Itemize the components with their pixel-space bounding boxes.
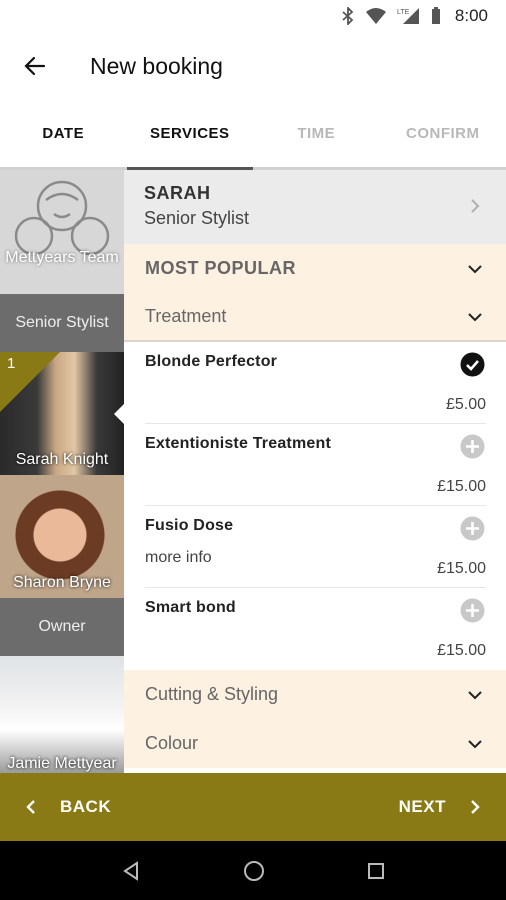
- service-price: £15.00: [437, 560, 486, 577]
- role-header-owner: Owner: [0, 598, 124, 656]
- service-price: £15.00: [437, 642, 486, 659]
- footer-bar: BACK NEXT: [0, 773, 506, 841]
- team-label: Mettyears Team: [5, 249, 119, 266]
- system-nav-bar: [0, 841, 506, 900]
- service-name: Smart bond: [145, 599, 236, 616]
- wifi-icon: [365, 8, 386, 24]
- nav-home-icon[interactable]: [243, 860, 265, 882]
- add-circle-icon[interactable]: [460, 516, 485, 541]
- selection-pointer: [114, 403, 124, 424]
- staff-member-sharon-bryne[interactable]: Sharon Bryne: [0, 475, 124, 598]
- service-item[interactable]: Smart bond £15.00: [124, 588, 506, 670]
- stylist-name: SARAH: [144, 183, 211, 203]
- tab-time: TIME: [297, 125, 336, 142]
- chevron-down-icon: [468, 312, 482, 321]
- category-most-popular[interactable]: MOST POPULAR: [124, 244, 506, 293]
- stylist-role: Senior Stylist: [144, 208, 250, 228]
- category-colour[interactable]: Colour: [124, 719, 506, 768]
- staff-member-sarah-knight[interactable]: 1 Sarah Knight: [0, 352, 124, 475]
- service-price: £5.00: [445, 396, 486, 413]
- staff-member-jamie-mettyear[interactable]: Jamie Mettyear: [0, 656, 124, 773]
- more-info-link[interactable]: more info: [145, 549, 486, 567]
- category-label: MOST POPULAR: [145, 258, 297, 278]
- tab-services[interactable]: SERVICES: [126, 100, 254, 170]
- tab-date[interactable]: DATE: [0, 100, 127, 167]
- staff-name: Sharon Bryne: [13, 574, 111, 591]
- chevron-right-icon: [471, 199, 480, 213]
- check-circle-icon[interactable]: [460, 352, 485, 377]
- cell-signal-icon: LTE: [397, 8, 419, 24]
- back-arrow-button[interactable]: [0, 32, 70, 100]
- app-header: New booking: [0, 32, 506, 100]
- chevron-down-icon: [468, 690, 482, 699]
- network-label: LTE: [397, 9, 410, 16]
- stylist-header[interactable]: SARAH Senior Stylist: [124, 170, 506, 244]
- next-label: NEXT: [398, 797, 446, 816]
- add-circle-icon[interactable]: [460, 434, 485, 459]
- main-content: Mettyears Team Senior Stylist 1 Sarah Kn…: [0, 170, 506, 773]
- category-label: Treatment: [145, 306, 227, 326]
- back-button[interactable]: BACK: [26, 797, 111, 817]
- category-cutting-styling[interactable]: Cutting & Styling: [124, 670, 506, 719]
- chevron-left-icon: [26, 800, 35, 814]
- team-icon: [14, 180, 110, 256]
- nav-recents-icon[interactable]: [367, 862, 385, 880]
- status-time: 8:00: [454, 6, 488, 25]
- selected-count: 1: [7, 355, 16, 372]
- battery-icon: [431, 7, 440, 24]
- service-item[interactable]: Fusio Dose more info £15.00: [124, 506, 506, 588]
- category-treatment[interactable]: Treatment: [124, 293, 506, 342]
- staff-name: Sarah Knight: [15, 451, 109, 468]
- staff-team[interactable]: Mettyears Team: [0, 170, 124, 294]
- bluetooth-icon: [342, 7, 354, 25]
- service-item[interactable]: Extentioniste Treatment £15.00: [124, 424, 506, 506]
- staff-list: Mettyears Team Senior Stylist 1 Sarah Kn…: [0, 170, 124, 773]
- nav-back-icon[interactable]: [121, 860, 141, 881]
- category-label: Colour: [145, 733, 199, 753]
- service-name: Extentioniste Treatment: [145, 435, 331, 452]
- service-name: Blonde Perfector: [145, 353, 278, 370]
- staff-name: Jamie Mettyear: [7, 755, 117, 772]
- chevron-down-icon: [468, 739, 482, 748]
- tab-confirm: CONFIRM: [406, 125, 480, 142]
- next-button[interactable]: NEXT: [399, 797, 480, 817]
- chevron-right-icon: [471, 800, 480, 814]
- page-title: New booking: [90, 52, 223, 79]
- booking-steps-tabs: DATE SERVICES TIME CONFIRM: [0, 100, 506, 170]
- arrow-left-icon: [24, 56, 46, 76]
- back-label: BACK: [60, 797, 112, 816]
- status-bar: LTE 8:00: [0, 0, 506, 32]
- service-item[interactable]: Blonde Perfector £5.00: [124, 342, 506, 424]
- service-price: £15.00: [437, 478, 486, 495]
- services-panel: SARAH Senior Stylist MOST POPULAR Treatm…: [124, 170, 506, 773]
- role-header-senior-stylist: Senior Stylist: [0, 294, 124, 352]
- add-circle-icon[interactable]: [460, 598, 485, 623]
- chevron-down-icon: [468, 264, 482, 273]
- service-name: Fusio Dose: [145, 517, 234, 534]
- category-label: Cutting & Styling: [145, 684, 279, 704]
